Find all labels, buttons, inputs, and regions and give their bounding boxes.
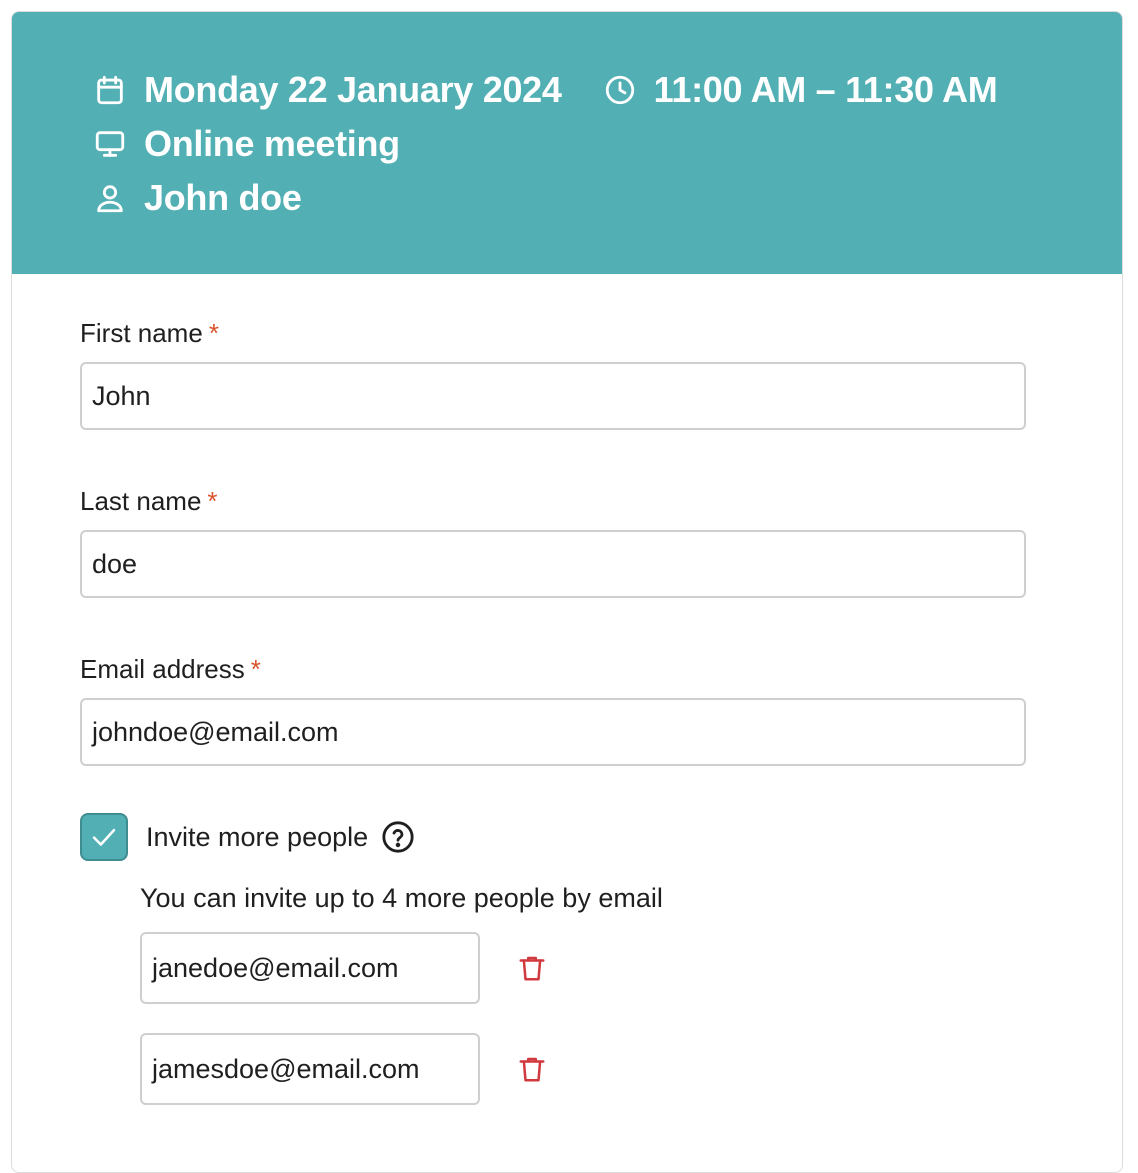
guest-email-row: janedoe@email.com [140, 932, 580, 1004]
clock-icon [602, 72, 638, 108]
user-icon [92, 180, 128, 216]
first-name-label-text: First name [80, 318, 203, 348]
required-marker: * [250, 654, 261, 684]
calendar-icon [92, 72, 128, 108]
first-name-field: First name * John [80, 316, 1030, 430]
required-marker: * [207, 486, 218, 516]
invite-more-checkbox[interactable] [80, 813, 128, 861]
trash-icon[interactable] [514, 1051, 550, 1087]
question-circle-icon[interactable] [380, 819, 416, 855]
first-name-input[interactable]: John [80, 362, 1026, 430]
invite-hint: You can invite up to 4 more people by em… [140, 883, 663, 913]
required-marker: * [208, 318, 219, 348]
last-name-input[interactable]: doe [80, 530, 1026, 598]
booking-time: 11:00 AM – 11:30 AM [653, 69, 998, 110]
location-row: Online meeting [92, 122, 400, 166]
last-name-field: Last name * doe [80, 484, 1030, 598]
email-label: Email address * [80, 652, 1030, 686]
booking-date: Monday 22 January 2024 [144, 69, 562, 110]
date-time-row: Monday 22 January 2024 11:00 AM – 11:30 … [92, 68, 998, 112]
time-group: 11:00 AM – 11:30 AM [602, 69, 998, 111]
last-name-label: Last name * [80, 484, 1030, 518]
last-name-label-text: Last name [80, 486, 202, 516]
check-icon [92, 828, 116, 846]
guest-email-input[interactable]: jamesdoe@email.com [140, 1033, 480, 1105]
trash-icon[interactable] [514, 950, 550, 986]
booking-location: Online meeting [144, 123, 400, 164]
host-row: John doe [92, 176, 302, 220]
email-field: Email address * johndoe@email.com [80, 652, 1030, 766]
invite-more-row: Invite more people [80, 812, 416, 862]
email-input[interactable]: johndoe@email.com [80, 698, 1026, 766]
booking-host: John doe [144, 177, 302, 218]
monitor-icon [92, 126, 128, 162]
invite-more-label[interactable]: Invite more people [146, 822, 368, 853]
first-name-label: First name * [80, 316, 1030, 350]
guest-email-row: jamesdoe@email.com [140, 1033, 580, 1105]
booking-summary-header: Monday 22 January 2024 11:00 AM – 11:30 … [12, 12, 1122, 274]
guest-email-input[interactable]: janedoe@email.com [140, 932, 480, 1004]
email-label-text: Email address [80, 654, 245, 684]
